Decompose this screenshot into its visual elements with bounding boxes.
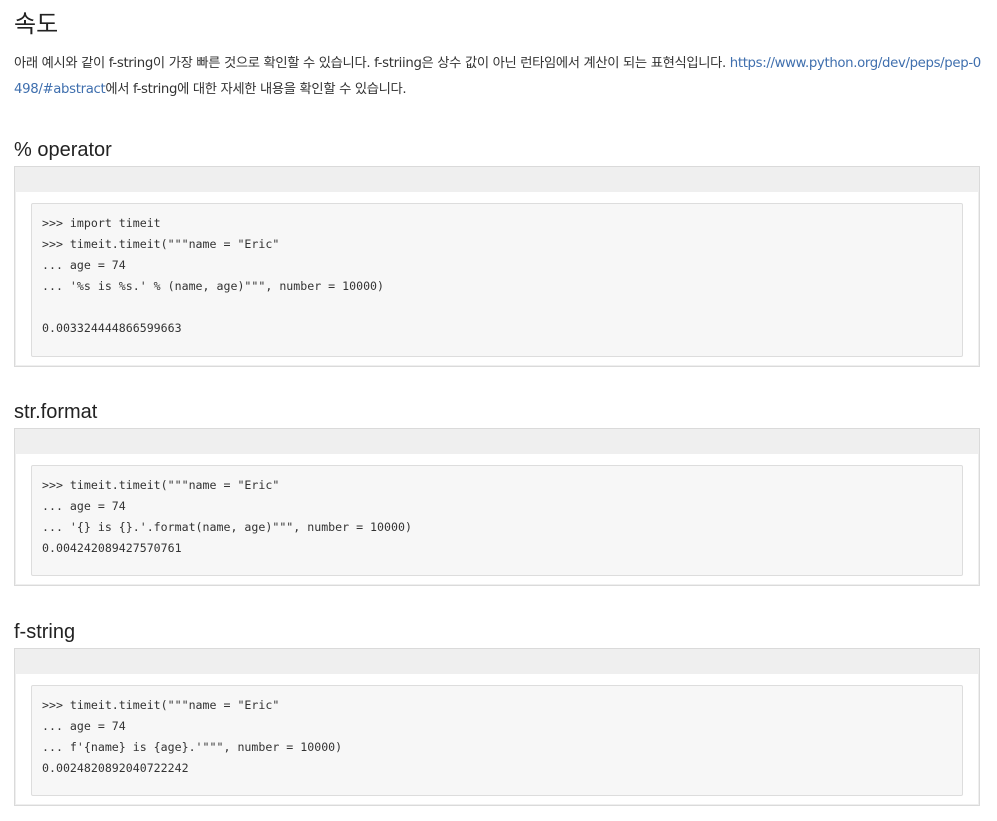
code-line: >>> timeit.timeit("""name = "Eric": [42, 478, 280, 492]
code-block-str-format: >>> timeit.timeit("""name = "Eric" ... ag…: [31, 465, 963, 576]
page-title: 속도: [14, 10, 59, 38]
code-panel-body: >>> timeit.timeit("""name = "Eric" ... ag…: [16, 454, 978, 584]
code-line: 0.003324444866599663: [42, 321, 182, 335]
page: 속도 아래 예시와 같이 f-string이 가장 빠른 것으로 확인할 수 있…: [0, 0, 997, 821]
code-line: ... age = 74: [42, 499, 126, 513]
code-panel-str-format: >>> timeit.timeit("""name = "Eric" ... ag…: [14, 428, 980, 586]
code-line: ... f'{name} is {age}.'""", number = 100…: [42, 740, 343, 754]
section-heading-f-string: f-string: [14, 621, 76, 643]
code-line: >>> timeit.timeit("""name = "Eric": [42, 237, 280, 251]
code-line: ... '{} is {}.'.format(name, age)""", nu…: [42, 520, 412, 534]
section-heading-percent-operator: % operator: [14, 139, 112, 161]
code-line: ... age = 74: [42, 719, 126, 733]
code-line: >>> timeit.timeit("""name = "Eric": [42, 698, 280, 712]
code-panel-percent-operator: >>> import timeit >>> timeit.timeit("""na…: [14, 166, 980, 367]
code-line: ... '%s is %s.' % (name, age)""", number…: [42, 279, 385, 293]
section-heading-str-format: str.format: [14, 401, 98, 423]
code-panel-f-string: >>> timeit.timeit("""name = "Eric" ... ag…: [14, 648, 980, 806]
code-panel-body: >>> import timeit >>> timeit.timeit("""na…: [16, 192, 978, 365]
code-panel-body: >>> timeit.timeit("""name = "Eric" ... ag…: [16, 674, 978, 804]
code-line: ... age = 74: [42, 258, 126, 272]
intro-paragraph: 아래 예시와 같이 f-string이 가장 빠른 것으로 확인할 수 있습니다…: [14, 51, 984, 103]
code-block-percent-operator: >>> import timeit >>> timeit.timeit("""na…: [31, 203, 963, 357]
code-block-f-string: >>> timeit.timeit("""name = "Eric" ... ag…: [31, 685, 963, 796]
code-line: >>> import timeit: [42, 216, 161, 230]
intro-text: 아래 예시와 같이 f-string이 가장 빠른 것으로 확인할 수 있습니다…: [14, 56, 730, 71]
code-line: 0.004242089427570761: [42, 541, 182, 555]
code-line: 0.0024820892040722242: [42, 761, 189, 775]
intro-text-end: 에서 f-string에 대한 자세한 내용을 확인할 수 있습니다.: [105, 82, 407, 97]
